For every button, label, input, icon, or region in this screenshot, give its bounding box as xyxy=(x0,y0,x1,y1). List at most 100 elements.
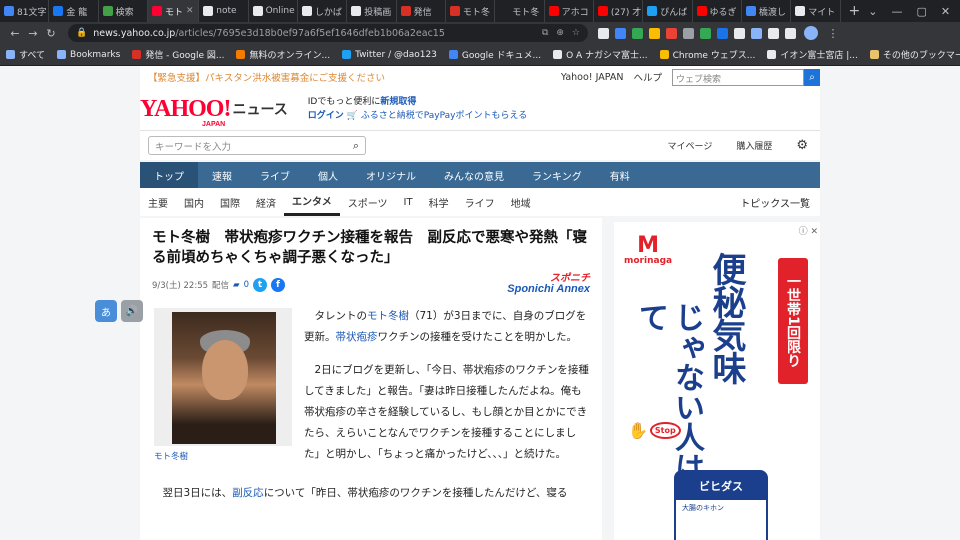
keyword-search-input[interactable]: キーワードを入力 ⌕ xyxy=(148,136,366,155)
back-icon[interactable]: ← xyxy=(6,27,24,40)
search-icon[interactable]: ⌕ xyxy=(804,68,820,86)
nav-tab[interactable]: 速報 xyxy=(198,162,246,188)
extension-icon[interactable] xyxy=(683,27,694,39)
menu-icon[interactable]: ⋮ xyxy=(824,27,842,40)
zoom-icon[interactable]: ⊕ xyxy=(556,28,564,38)
browser-tab[interactable]: 橋渡し xyxy=(742,0,792,22)
extension-icon[interactable] xyxy=(632,27,643,39)
web-search-input[interactable]: ウェブ検索 xyxy=(672,68,804,86)
new-tab-icon[interactable]: + xyxy=(841,3,869,19)
category-tab[interactable]: エンタメ xyxy=(284,188,340,216)
nav-tab[interactable]: ライブ xyxy=(246,162,304,188)
ad-close-icon[interactable]: ⓘ ✕ xyxy=(799,224,818,237)
topics-list-link[interactable]: トピックス一覧 xyxy=(740,195,820,210)
category-tab[interactable]: 地域 xyxy=(503,188,539,216)
yahoo-japan-link[interactable]: Yahoo! JAPAN xyxy=(561,72,624,83)
bookmark-star-icon[interactable]: ☆ xyxy=(572,28,580,38)
nav-tab[interactable]: 個人 xyxy=(304,162,352,188)
extension-icon[interactable] xyxy=(751,27,762,39)
bookmark-item[interactable]: すべて xyxy=(6,48,45,61)
bookmark-item[interactable]: Twitter / @dao123 xyxy=(342,50,437,60)
reload-icon[interactable]: ↻ xyxy=(42,27,60,40)
puzzle-icon[interactable] xyxy=(768,27,779,39)
donation-alert-link[interactable]: 【緊急支援】パキスタン洪水被害募金にご支援ください xyxy=(140,70,385,84)
browser-tab[interactable]: しかば xyxy=(298,0,348,22)
minimize-icon[interactable]: — xyxy=(891,5,902,18)
browser-tab[interactable]: モト冬 xyxy=(495,0,545,22)
browser-tab[interactable]: 発信 xyxy=(397,0,446,22)
facebook-icon[interactable]: f xyxy=(271,278,285,292)
search-icon[interactable]: ⌕ xyxy=(353,139,359,153)
browser-tab[interactable]: 金 龍 xyxy=(49,0,99,22)
bookmark-other[interactable]: その他のブックマーク xyxy=(869,48,960,61)
extension-icon[interactable] xyxy=(700,27,711,39)
category-tab[interactable]: 科学 xyxy=(421,188,457,216)
comment-count[interactable]: 0 xyxy=(244,280,249,290)
close-icon[interactable]: ✕ xyxy=(186,6,194,16)
category-tab[interactable]: 主要 xyxy=(140,188,176,216)
twitter-icon[interactable]: t xyxy=(253,278,267,292)
bookmark-item[interactable]: Bookmarks xyxy=(57,50,120,60)
browser-tab[interactable]: (27) 才 xyxy=(594,0,644,22)
inline-link[interactable]: 帯状疱疹 xyxy=(336,331,378,343)
browser-tab[interactable]: モト冬 xyxy=(446,0,496,22)
source-logo[interactable]: スポニチ Sponichi Annex xyxy=(507,274,590,295)
mypage-link[interactable]: マイページ xyxy=(668,139,713,152)
translate-icon[interactable]: あ xyxy=(95,300,117,322)
bookmark-item[interactable]: イオン富士宮店 |... xyxy=(767,48,858,61)
browser-tab[interactable]: 投稿画 xyxy=(347,0,397,22)
category-tab[interactable]: ライフ xyxy=(457,188,503,216)
sidepanel-icon[interactable] xyxy=(785,27,796,39)
browser-tab[interactable]: ぴんば xyxy=(643,0,693,22)
category-tab[interactable]: スポーツ xyxy=(340,188,396,216)
bookmark-item[interactable]: O A ナガシマ富士... xyxy=(553,48,648,61)
photo-caption[interactable]: モト冬樹 xyxy=(154,450,188,462)
forward-icon[interactable]: → xyxy=(24,27,42,40)
nav-tab[interactable]: 有料 xyxy=(596,162,644,188)
browser-tab[interactable]: 検索 xyxy=(99,0,148,22)
browser-tab[interactable]: Online xyxy=(249,0,298,22)
extension-icon[interactable] xyxy=(615,27,626,39)
login-link[interactable]: ログイン xyxy=(308,111,344,121)
extension-icon[interactable] xyxy=(734,27,745,39)
register-link[interactable]: 新規取得 xyxy=(380,97,416,107)
address-bar[interactable]: 🔒 news.yahoo.co.jp/articles/7695e3d18b0e… xyxy=(68,24,588,42)
extension-icon[interactable] xyxy=(666,27,677,39)
browser-tab[interactable]: マイト xyxy=(791,0,841,22)
browser-tab[interactable]: 81文字 xyxy=(0,0,50,22)
yahoo-logo[interactable]: YAHOO! JAPAN xyxy=(140,97,231,128)
browser-tab[interactable]: ゆるぎ xyxy=(693,0,742,22)
category-tab[interactable]: 国内 xyxy=(176,188,212,216)
nav-tab[interactable]: トップ xyxy=(140,162,198,188)
nav-tab[interactable]: ランキング xyxy=(518,162,596,188)
chevron-down-icon[interactable]: ⌄ xyxy=(868,5,877,18)
history-link[interactable]: 購入履歴 xyxy=(736,139,772,152)
extension-icon[interactable] xyxy=(649,27,660,39)
extension-icon[interactable] xyxy=(717,27,728,39)
bookmark-item[interactable]: Google ドキュメ... xyxy=(448,48,541,61)
speaker-icon[interactable]: 🔊 xyxy=(121,300,143,322)
article-photo[interactable] xyxy=(154,308,292,446)
nav-tab[interactable]: オリジナル xyxy=(352,162,430,188)
maximize-icon[interactable]: ▢ xyxy=(916,5,926,18)
advertisement[interactable]: ⓘ ✕ Mmorinaga 便秘気味 じゃない人はやめて 一世帯1回限り ✋ St… xyxy=(614,222,820,540)
browser-tab[interactable]: アホコ xyxy=(545,0,594,22)
close-icon[interactable]: ✕ xyxy=(941,5,950,18)
bookmark-item[interactable]: 発信 - Google 図... xyxy=(132,48,224,61)
category-tab[interactable]: 経済 xyxy=(248,188,284,216)
category-tab[interactable]: IT xyxy=(396,188,421,216)
comment-icon[interactable]: ▰ xyxy=(233,280,240,290)
share-icon[interactable]: ⧉ xyxy=(542,28,548,38)
nav-tab[interactable]: みんなの意見 xyxy=(430,162,518,188)
browser-tab[interactable]: モト ✕ xyxy=(147,0,200,22)
inline-link[interactable]: モト冬樹 xyxy=(367,310,409,322)
inline-link[interactable]: 副反応 xyxy=(232,487,264,499)
bookmark-item[interactable]: 無料のオンライン... xyxy=(236,48,330,61)
extension-icon[interactable] xyxy=(598,27,609,39)
browser-tab[interactable]: note xyxy=(199,0,249,22)
profile-avatar[interactable] xyxy=(804,26,818,40)
bookmark-item[interactable]: Chrome ウェブス... xyxy=(659,48,755,61)
category-tab[interactable]: 国際 xyxy=(212,188,248,216)
gear-icon[interactable]: ⚙ xyxy=(796,138,808,153)
furusato-link[interactable]: ふるさと納税でPayPayポイントもらえる xyxy=(361,111,527,121)
